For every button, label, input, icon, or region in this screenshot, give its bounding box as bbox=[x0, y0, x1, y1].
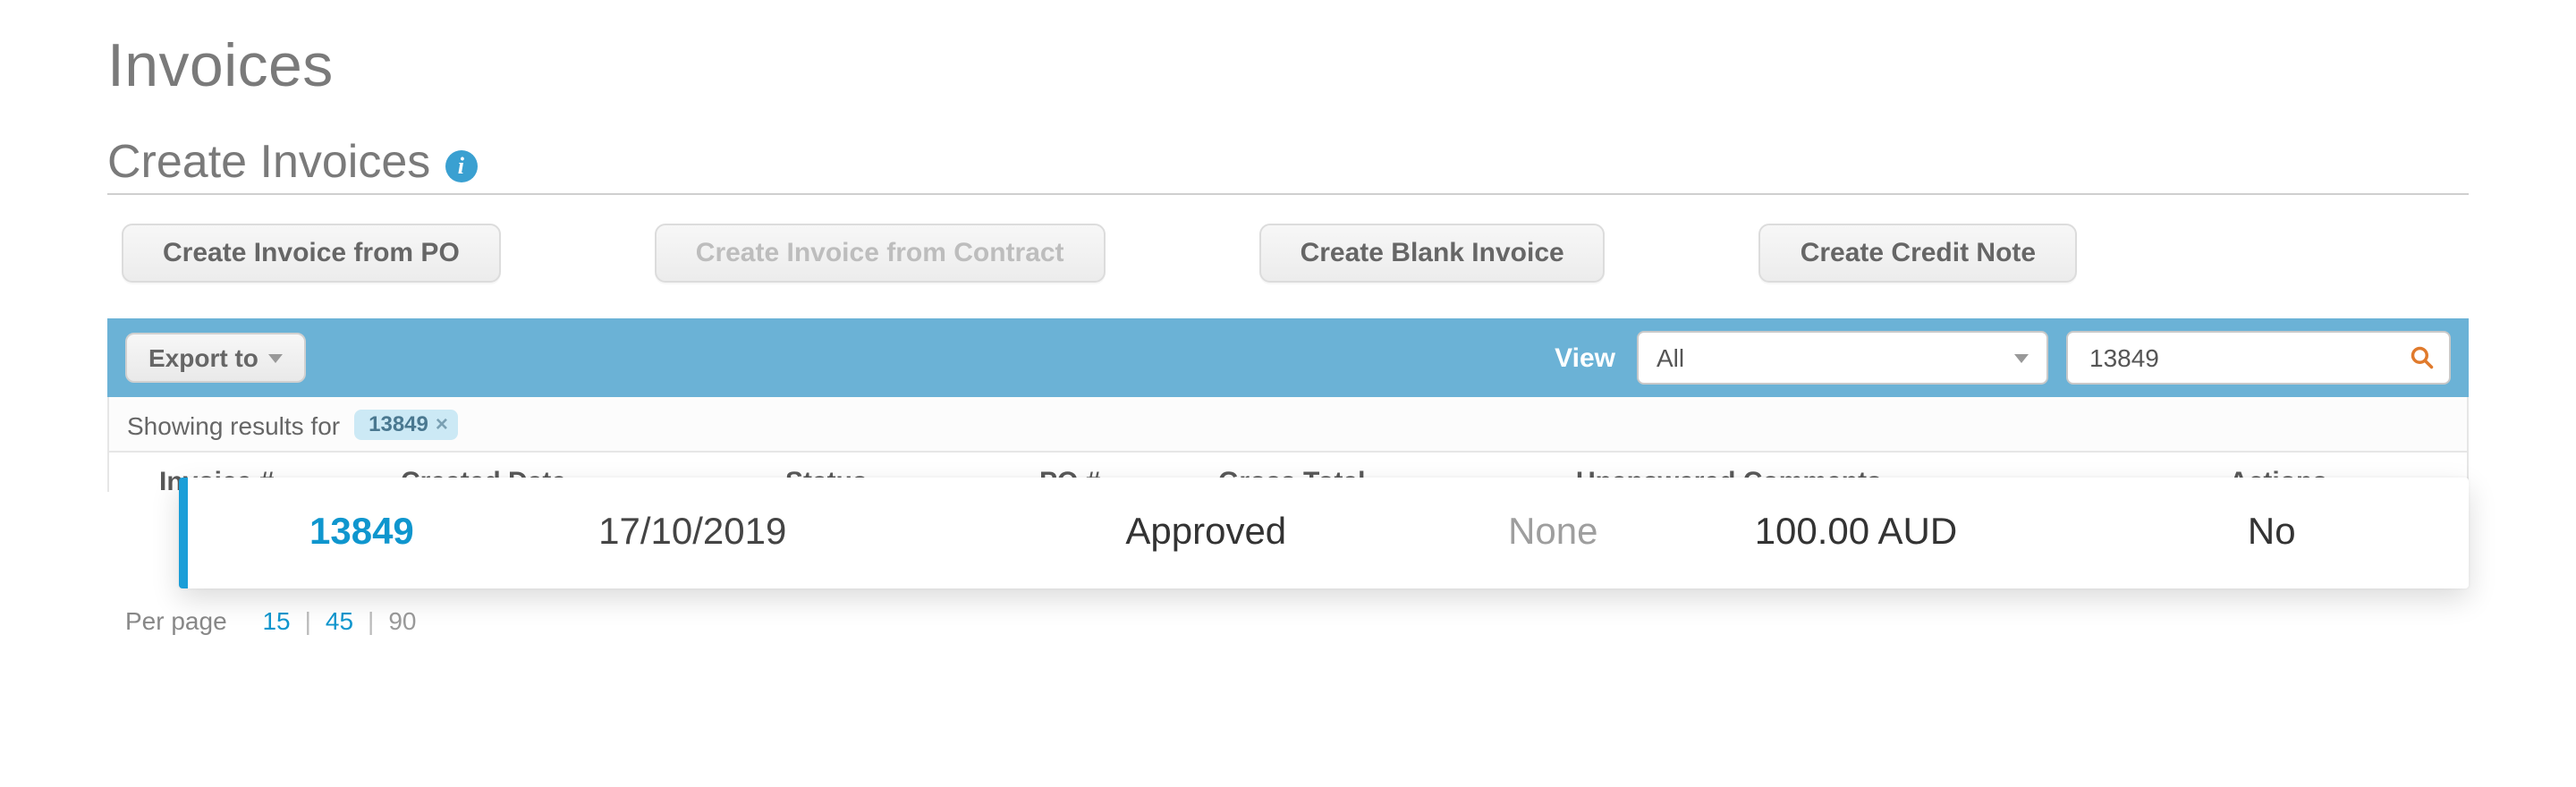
per-page-90[interactable]: 90 bbox=[388, 606, 416, 635]
create-actions-row: Create Invoice from PO Create Invoice fr… bbox=[107, 224, 2469, 283]
table-toolbar: Export to View All bbox=[107, 318, 2469, 397]
filter-chip-value: 13849 bbox=[369, 411, 428, 436]
separator: | bbox=[305, 606, 311, 635]
page-title: Invoices bbox=[107, 32, 2469, 102]
filter-chip: 13849 × bbox=[354, 410, 459, 440]
chevron-down-icon bbox=[2014, 353, 2029, 362]
section-header: Create Invoices i bbox=[107, 134, 2469, 195]
per-page-label: Per page bbox=[125, 606, 227, 635]
cell-po-number: None bbox=[1508, 512, 1755, 554]
view-filter-selected: All bbox=[1657, 343, 1684, 372]
create-blank-invoice-button[interactable]: Create Blank Invoice bbox=[1259, 224, 1606, 283]
separator: | bbox=[368, 606, 374, 635]
info-icon[interactable]: i bbox=[445, 149, 477, 182]
create-invoice-from-po-button[interactable]: Create Invoice from PO bbox=[122, 224, 501, 283]
cell-gross-total: 100.00 AUD bbox=[1755, 512, 2248, 554]
close-icon[interactable]: × bbox=[436, 411, 448, 436]
pagination: Per page 15 | 45 | 90 bbox=[107, 606, 2469, 635]
cell-created-date: 17/10/2019 bbox=[598, 512, 1125, 554]
search-input-wrap[interactable] bbox=[2066, 331, 2451, 385]
cell-unanswered: No bbox=[2248, 512, 2469, 554]
section-subtitle: Create Invoices bbox=[107, 134, 430, 190]
export-to-dropdown[interactable]: Export to bbox=[125, 333, 307, 383]
create-credit-note-button[interactable]: Create Credit Note bbox=[1759, 224, 2077, 283]
per-page-45[interactable]: 45 bbox=[326, 606, 353, 635]
chevron-down-icon bbox=[269, 353, 284, 362]
search-input[interactable] bbox=[2086, 342, 2395, 374]
cell-invoice-number[interactable]: 13849 bbox=[309, 512, 598, 554]
search-icon[interactable] bbox=[2410, 345, 2435, 370]
results-filter-bar: Showing results for 13849 × bbox=[107, 397, 2469, 453]
results-prefix: Showing results for bbox=[127, 410, 340, 439]
per-page-15[interactable]: 15 bbox=[262, 606, 290, 635]
create-invoice-from-contract-button: Create Invoice from Contract bbox=[655, 224, 1106, 283]
view-label: View bbox=[1555, 343, 1615, 373]
cell-status: Approved bbox=[1125, 512, 1508, 554]
view-filter-select[interactable]: All bbox=[1637, 331, 2048, 385]
table-row[interactable]: 13849 17/10/2019 Approved None 100.00 AU… bbox=[179, 478, 2469, 588]
export-to-label: Export to bbox=[148, 343, 258, 372]
